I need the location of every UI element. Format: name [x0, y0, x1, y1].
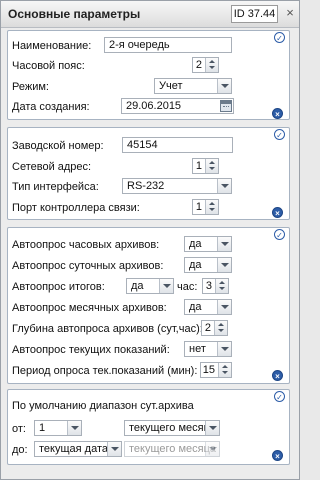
monthly-archive-value: да: [189, 301, 202, 313]
hour-spinner[interactable]: 3: [202, 278, 229, 294]
panel-title: Основные параметры: [8, 7, 141, 21]
hour-value: 3: [205, 280, 212, 292]
chevron-down-icon[interactable]: [67, 421, 81, 435]
calendar-icon[interactable]: [220, 100, 232, 112]
chevron-down-icon[interactable]: [217, 258, 231, 272]
chevron-down-icon[interactable]: [217, 300, 231, 314]
hourly-archive-select[interactable]: да: [184, 236, 232, 252]
network-address-value: 1: [195, 160, 202, 172]
daily-archive-value: да: [189, 259, 202, 271]
interface-label: Тип интерфейса:: [12, 181, 99, 193]
controller-port-spinner[interactable]: 1: [192, 199, 219, 215]
chevron-down-icon[interactable]: [217, 179, 231, 193]
timezone-spinner[interactable]: 2: [192, 57, 219, 73]
apply-check-icon[interactable]: ✓: [274, 229, 285, 240]
id-badge-text: ID 37.44: [233, 8, 276, 20]
name-label: Наименование:: [12, 40, 92, 52]
timezone-label: Часовой пояс:: [12, 60, 85, 72]
to-value: текущая дата: [39, 443, 108, 455]
timezone-value: 2: [195, 59, 202, 71]
controller-port-value: 1: [195, 201, 202, 213]
device-group: ✓ Заводской номер: 45154 Сетевой адрес: …: [7, 127, 290, 220]
controller-port-label: Порт контроллера связи:: [12, 202, 140, 214]
chevron-down-icon[interactable]: [107, 442, 121, 456]
interface-value: RS-232: [127, 180, 165, 192]
daily-archive-select[interactable]: да: [184, 257, 232, 273]
delete-group-icon[interactable]: ×: [272, 108, 283, 119]
archive-depth-spinner[interactable]: 2: [201, 320, 228, 336]
from-label: от:: [12, 423, 26, 435]
serial-label: Заводской номер:: [12, 140, 104, 152]
poll-period-spinner[interactable]: 15: [200, 362, 232, 378]
chevron-down-icon[interactable]: [217, 79, 231, 93]
id-badge: ID 37.44: [231, 5, 278, 23]
totals-value: да: [131, 280, 144, 292]
chevron-down-icon[interactable]: [205, 421, 219, 435]
current-readings-label: Автоопрос текущих показаний:: [12, 344, 170, 356]
general-group: ✓ Наименование: 2-я очередь Часовой пояс…: [7, 30, 290, 120]
close-icon[interactable]: ×: [284, 6, 296, 19]
spinner-arrows-icon[interactable]: [205, 200, 218, 214]
created-date-input[interactable]: 29.06.2015: [121, 98, 234, 114]
from-number-select[interactable]: 1: [34, 420, 82, 436]
spinner-arrows-icon[interactable]: [205, 58, 218, 72]
to-unit-select: текущего месяца: [124, 441, 220, 457]
hourly-archive-label: Автоопрос часовых архивов:: [12, 239, 160, 251]
chevron-down-icon[interactable]: [159, 279, 173, 293]
from-number-value: 1: [39, 422, 46, 434]
mode-value: Учет: [159, 80, 183, 92]
poll-period-label: Период опроса тек.показаний (мин):: [12, 365, 198, 377]
archive-depth-value: 2: [204, 322, 211, 334]
interface-select[interactable]: RS-232: [122, 178, 232, 194]
from-unit-select[interactable]: текущего месяца: [124, 420, 220, 436]
range-group: ✓ По умолчанию диапазон сут.архива от: 1…: [7, 389, 290, 465]
poll-period-value: 15: [202, 364, 215, 376]
mode-select[interactable]: Учет: [154, 78, 232, 94]
current-readings-select[interactable]: нет: [184, 341, 232, 357]
chevron-down-icon[interactable]: [217, 237, 231, 251]
to-select[interactable]: текущая дата: [34, 441, 122, 457]
serial-input[interactable]: 45154: [122, 137, 233, 153]
spinner-arrows-icon[interactable]: [215, 279, 228, 293]
range-heading: По умолчанию диапазон сут.архива: [12, 400, 194, 412]
network-address-spinner[interactable]: 1: [192, 158, 219, 174]
mode-label: Режим:: [12, 81, 49, 93]
archive-depth-label: Глубина автопроса архивов (сут,час):: [12, 323, 203, 335]
chevron-down-icon: [205, 442, 219, 456]
hourly-archive-value: да: [189, 238, 202, 250]
hour-label: час:: [177, 281, 198, 293]
parameters-panel: Основные параметры ID 37.44 × ✓ Наименов…: [0, 0, 300, 480]
delete-group-icon[interactable]: ×: [272, 450, 283, 461]
delete-group-icon[interactable]: ×: [272, 207, 283, 218]
apply-check-icon[interactable]: ✓: [274, 32, 285, 43]
created-date-value: 29.06.2015: [126, 100, 182, 112]
name-input[interactable]: 2-я очередь: [104, 37, 232, 53]
network-address-label: Сетевой адрес:: [12, 161, 92, 173]
autopoll-group: ✓ Автоопрос часовых архивов: да Автоопро…: [7, 227, 290, 384]
apply-check-icon[interactable]: ✓: [274, 129, 285, 140]
from-unit-value: текущего месяца: [129, 422, 217, 434]
totals-select[interactable]: да: [126, 278, 174, 294]
apply-check-icon[interactable]: ✓: [274, 391, 285, 402]
title-bar: Основные параметры ID 37.44 ×: [1, 1, 299, 28]
totals-label: Автоопрос итогов:: [12, 281, 105, 293]
current-readings-value: нет: [189, 343, 206, 355]
spinner-arrows-icon[interactable]: [218, 363, 231, 377]
daily-archive-label: Автоопрос суточных архивов:: [12, 260, 164, 272]
spinner-arrows-icon[interactable]: [205, 159, 218, 173]
to-unit-value: текущего месяца: [129, 443, 217, 455]
created-date-label: Дата создания:: [12, 101, 90, 113]
monthly-archive-select[interactable]: да: [184, 299, 232, 315]
to-label: до:: [12, 444, 28, 456]
monthly-archive-label: Автоопрос месячных архивов:: [12, 302, 167, 314]
chevron-down-icon[interactable]: [217, 342, 231, 356]
spinner-arrows-icon[interactable]: [214, 321, 227, 335]
delete-group-icon[interactable]: ×: [272, 370, 283, 381]
